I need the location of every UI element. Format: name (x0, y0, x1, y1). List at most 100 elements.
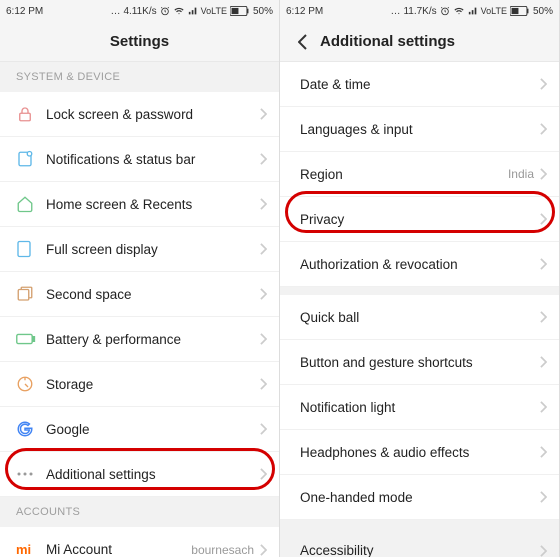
row-one-handed[interactable]: One-handed mode (280, 475, 559, 520)
section-accounts: ACCOUNTS (0, 497, 279, 527)
row-full-screen[interactable]: Full screen display (0, 227, 279, 272)
row-label: Date & time (300, 77, 540, 92)
row-date-time[interactable]: Date & time (280, 62, 559, 107)
google-icon (16, 420, 46, 438)
row-languages[interactable]: Languages & input (280, 107, 559, 152)
signal-icon (188, 6, 198, 16)
status-battery-pct: 50% (253, 6, 273, 17)
row-storage[interactable]: Storage (0, 362, 279, 407)
row-label: Mi Account (46, 542, 191, 557)
row-label: Privacy (300, 212, 540, 227)
row-label: Quick ball (300, 310, 540, 325)
battery-icon (510, 6, 530, 16)
row-label: Region (300, 167, 508, 182)
row-region[interactable]: Region India (280, 152, 559, 197)
screen-additional-settings: 6:12 PM … 11.7K/s VoLTE 50% Additional s… (280, 0, 560, 557)
title-bar: Additional settings (280, 22, 559, 62)
chevron-right-icon (540, 123, 547, 135)
chevron-right-icon (540, 356, 547, 368)
additional-settings-list[interactable]: Date & time Languages & input Region Ind… (280, 62, 559, 557)
row-additional-settings[interactable]: Additional settings (0, 452, 279, 497)
row-authorization[interactable]: Authorization & revocation (280, 242, 559, 287)
alarm-icon (160, 6, 170, 16)
chevron-right-icon (540, 311, 547, 323)
row-notifications[interactable]: Notifications & status bar (0, 137, 279, 182)
status-battery-pct: 50% (533, 6, 553, 17)
row-accessibility[interactable]: Accessibility (280, 520, 559, 557)
battery-perf-icon (16, 332, 46, 346)
row-button-gesture[interactable]: Button and gesture shortcuts (280, 340, 559, 385)
mi-icon: mi (16, 542, 46, 557)
row-label: Home screen & Recents (46, 197, 260, 212)
row-headphones[interactable]: Headphones & audio effects (280, 430, 559, 475)
row-label: Additional settings (46, 467, 260, 482)
chevron-right-icon (540, 213, 547, 225)
status-bar: 6:12 PM … 4.11K/s VoLTE 50% (0, 0, 279, 22)
row-label: Google (46, 422, 260, 437)
row-second-space[interactable]: Second space (0, 272, 279, 317)
status-lte: VoLTE (201, 6, 227, 16)
row-label: Button and gesture shortcuts (300, 355, 540, 370)
back-button[interactable] (288, 22, 318, 62)
chevron-right-icon (540, 168, 547, 180)
row-value: India (508, 167, 534, 181)
chevron-right-icon (540, 545, 547, 557)
status-dots: … (110, 6, 120, 17)
chevron-right-icon (260, 288, 267, 300)
chevron-right-icon (540, 401, 547, 413)
status-lte: VoLTE (481, 6, 507, 16)
row-lock-screen[interactable]: Lock screen & password (0, 92, 279, 137)
row-label: Lock screen & password (46, 107, 260, 122)
chevron-right-icon (260, 108, 267, 120)
settings-list[interactable]: SYSTEM & DEVICE Lock screen & password N… (0, 62, 279, 557)
chevron-right-icon (260, 378, 267, 390)
chevron-right-icon (260, 153, 267, 165)
status-bar: 6:12 PM … 11.7K/s VoLTE 50% (280, 0, 559, 22)
status-time: 6:12 PM (6, 6, 43, 17)
row-privacy[interactable]: Privacy (280, 197, 559, 242)
alarm-icon (440, 6, 450, 16)
home-icon (16, 195, 46, 213)
chevron-right-icon (540, 78, 547, 90)
battery-icon (230, 6, 250, 16)
chevron-right-icon (260, 333, 267, 345)
row-home-screen[interactable]: Home screen & Recents (0, 182, 279, 227)
chevron-right-icon (260, 423, 267, 435)
page-title: Additional settings (320, 33, 455, 50)
chevron-right-icon (260, 243, 267, 255)
row-label: Notification light (300, 400, 540, 415)
status-time: 6:12 PM (286, 6, 323, 17)
row-label: Full screen display (46, 242, 260, 257)
row-label: Second space (46, 287, 260, 302)
signal-icon (468, 6, 478, 16)
status-dots: … (390, 6, 400, 17)
row-label: One-handed mode (300, 490, 540, 505)
row-notification-light[interactable]: Notification light (280, 385, 559, 430)
row-quick-ball[interactable]: Quick ball (280, 287, 559, 340)
page-title: Settings (110, 33, 169, 50)
row-label: Accessibility (300, 543, 540, 557)
chevron-right-icon (540, 446, 547, 458)
row-mi-account[interactable]: mi Mi Account bournesach (0, 527, 279, 557)
storage-icon (16, 375, 46, 393)
more-icon (16, 471, 46, 477)
row-battery[interactable]: Battery & performance (0, 317, 279, 362)
chevron-right-icon (260, 544, 267, 556)
status-speed: 11.7K/s (403, 6, 436, 17)
row-label: Battery & performance (46, 332, 260, 347)
row-google[interactable]: Google (0, 407, 279, 452)
row-label: Authorization & revocation (300, 257, 540, 272)
notifications-icon (16, 150, 46, 168)
chevron-right-icon (260, 198, 267, 210)
status-speed: 4.11K/s (123, 6, 156, 17)
section-system-device: SYSTEM & DEVICE (0, 62, 279, 92)
chevron-right-icon (540, 491, 547, 503)
second-space-icon (16, 285, 46, 303)
fullscreen-icon (16, 240, 46, 258)
row-label: Headphones & audio effects (300, 445, 540, 460)
chevron-right-icon (540, 258, 547, 270)
row-label: Storage (46, 377, 260, 392)
wifi-icon (453, 6, 465, 16)
row-label: Languages & input (300, 122, 540, 137)
row-label: Notifications & status bar (46, 152, 260, 167)
